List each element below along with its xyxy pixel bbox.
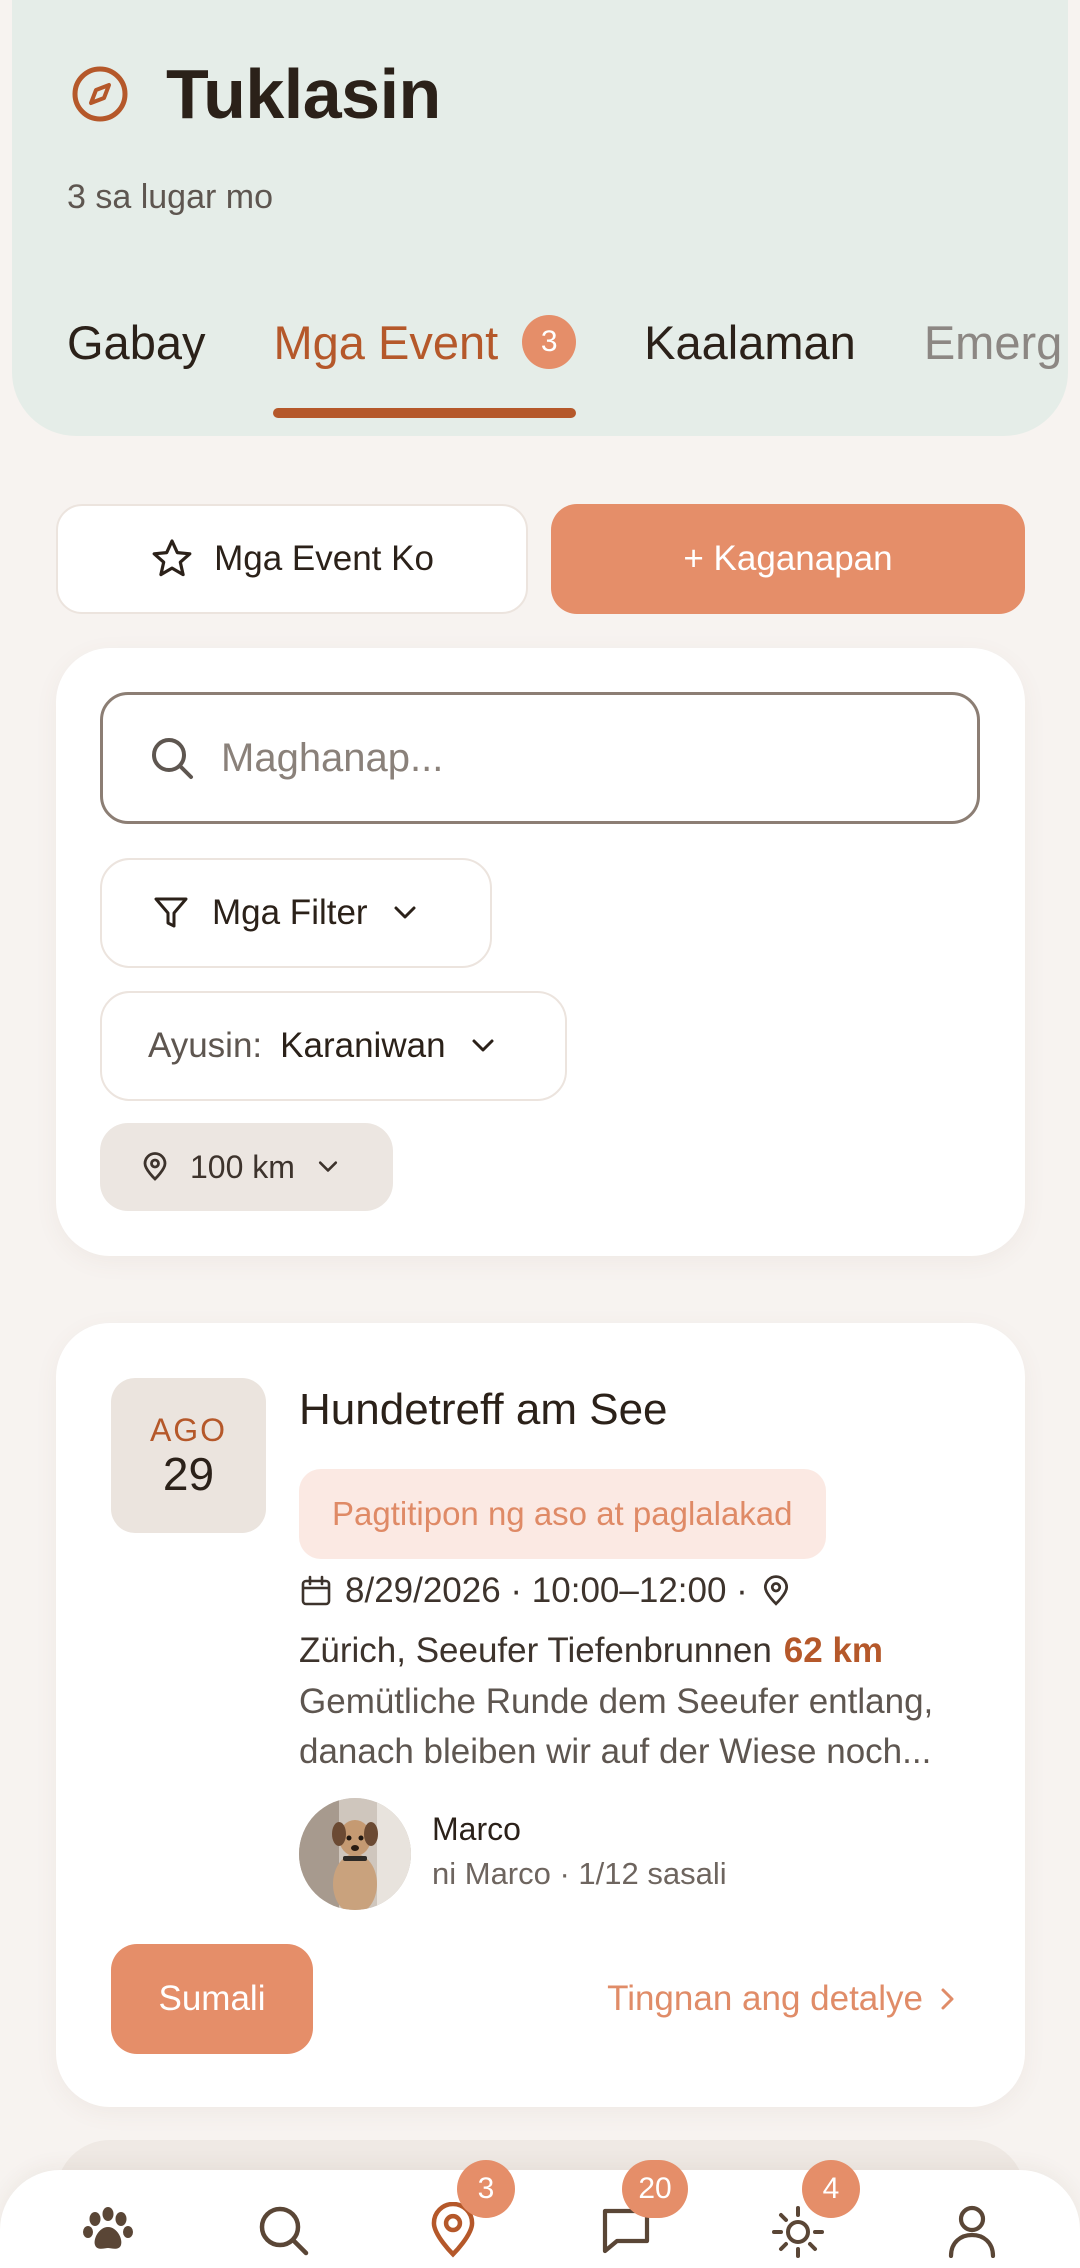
page: Tuklasin 3 sa lugar mo Gabay Mga Event 3… (0, 0, 1080, 2268)
tab-label: Kaalaman (644, 315, 856, 369)
page-subtitle: 3 sa lugar mo (67, 178, 273, 216)
user-icon (948, 2205, 996, 2258)
calendar-icon (301, 1575, 331, 1606)
filter-card: Maghanap... Mga Filter Ayusin: Karaniwan… (56, 648, 1025, 1256)
my-events-button[interactable]: Mga Event Ko (56, 504, 528, 614)
nav-messages[interactable]: 20 (596, 2160, 688, 2260)
tab-label: Emerg (923, 315, 1063, 369)
chevron-down-icon (394, 906, 416, 919)
chevron-right-icon (941, 1988, 954, 2010)
star-icon (152, 539, 192, 577)
tab-events[interactable]: Mga Event 3 (273, 312, 577, 418)
organizer-name: Marco (432, 1811, 521, 1847)
view-details-label: Tingnan ang detalye (607, 1979, 923, 2018)
filters-label: Mga Filter (212, 893, 368, 932)
filters-dropdown[interactable]: Mga Filter (100, 858, 492, 968)
header: Tuklasin 3 sa lugar mo Gabay Mga Event 3… (12, 0, 1068, 436)
event-description-line: danach bleiben wir auf der Wiese noch... (299, 1732, 932, 1771)
location-pin-icon (143, 1152, 167, 1181)
chevron-down-icon (472, 1039, 494, 1052)
tab-gabay[interactable]: Gabay (67, 312, 205, 372)
radius-label: 100 km (190, 1148, 295, 1185)
event-card[interactable]: AGO 29 Hundetreff am See Pagtitipon ng a… (56, 1323, 1025, 2107)
event-datetime: 8/29/2026 · 10:00–12:00 · (345, 1571, 748, 1610)
event-date-badge: AGO 29 (111, 1378, 266, 1533)
nav-badge: 4 (802, 2160, 860, 2218)
search-input[interactable]: Maghanap... (100, 692, 980, 824)
search-icon (259, 2206, 309, 2256)
organizer-attendance: ni Marco · 1/12 sasali (432, 1856, 727, 1891)
nav-discover[interactable]: 3 (423, 2160, 515, 2260)
event-description-line: Gemütliche Runde dem Seeufer entlang, (299, 1682, 934, 1721)
my-events-label: Mga Event Ko (214, 539, 434, 578)
nav-paw[interactable] (78, 2200, 138, 2260)
page-title: Tuklasin (166, 55, 441, 133)
nav-badge: 20 (622, 2160, 688, 2218)
header-title-row: Tuklasin (70, 54, 441, 134)
view-details-link[interactable]: Tingnan ang detalye (607, 1969, 959, 2029)
tab-bar: Gabay Mga Event 3 Kaalaman Emerg (67, 312, 1068, 418)
event-meta-row: 8/29/2026 · 10:00–12:00 · (299, 1559, 792, 1623)
location-pin-icon (763, 1575, 788, 1606)
search-placeholder: Maghanap... (221, 735, 444, 780)
sort-dropdown[interactable]: Ayusin: Karaniwan (100, 991, 567, 1101)
nav-profile[interactable] (942, 2200, 1002, 2260)
paw-icon (83, 2207, 133, 2249)
tab-label: Mga Event (273, 315, 499, 369)
organizer-avatar[interactable] (299, 1798, 411, 1910)
event-category-tag: Pagtitipon ng aso at paglalakad (299, 1469, 826, 1559)
tab-emergency[interactable]: Emerg (924, 312, 1062, 372)
event-title: Hundetreff am See (299, 1385, 668, 1434)
add-event-label: + Kaganapan (683, 539, 893, 578)
tab-label: Gabay (67, 315, 206, 369)
sort-prefix: Ayusin: (148, 1026, 263, 1065)
join-label: Sumali (158, 1979, 266, 2018)
event-day: 29 (162, 1447, 215, 1500)
active-tab-indicator (273, 408, 577, 418)
event-location: Zürich, Seeufer Tiefenbrunnen (299, 1631, 772, 1670)
search-icon (152, 738, 193, 779)
filter-icon (154, 897, 188, 928)
event-distance: 62 km (783, 1631, 884, 1670)
chevron-down-icon (318, 1161, 338, 1172)
nav-badge: 3 (457, 2160, 515, 2218)
tab-badge: 3 (522, 315, 577, 369)
radius-dropdown[interactable]: 100 km (100, 1123, 393, 1211)
nav-search[interactable] (253, 2200, 313, 2260)
join-button[interactable]: Sumali (111, 1944, 313, 2054)
event-description: Gemütliche Runde dem Seeufer entlang, da… (299, 1677, 999, 1777)
dog-photo-icon (299, 1798, 411, 1910)
nav-updates[interactable]: 4 (768, 2160, 860, 2260)
event-month: AGO (149, 1411, 228, 1448)
bottom-nav: 3 20 4 (0, 2160, 1080, 2268)
add-event-button[interactable]: + Kaganapan (551, 504, 1025, 614)
tab-kaalaman[interactable]: Kaalaman (644, 312, 856, 372)
sort-value: Karaniwan (280, 1026, 446, 1065)
event-location-row: Zürich, Seeufer Tiefenbrunnen 62 km (299, 1619, 883, 1683)
compass-icon (72, 66, 128, 122)
